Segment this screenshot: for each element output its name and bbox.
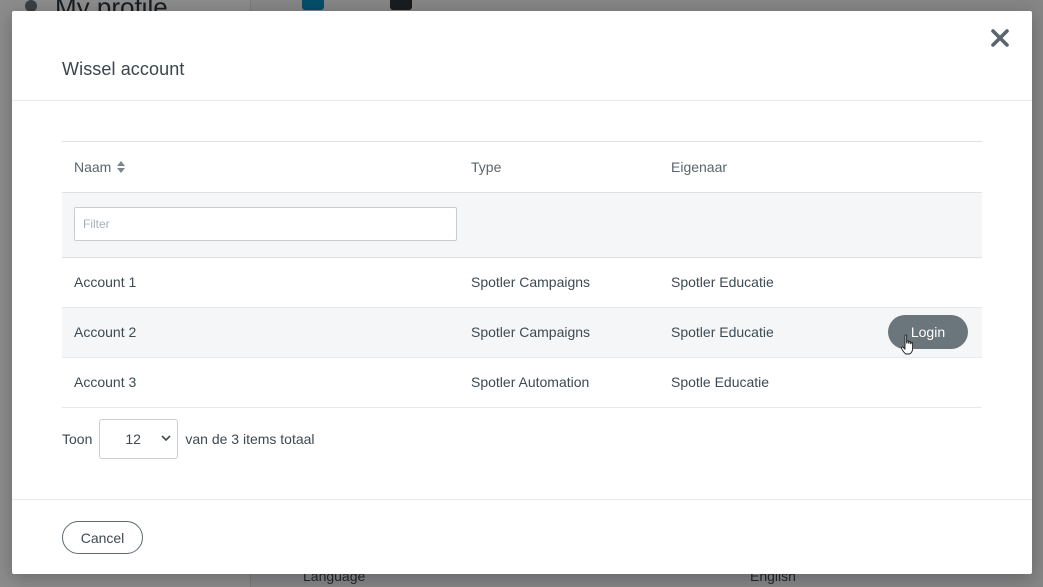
pagination: Toon 12 van de 3 items totaal — [62, 419, 315, 459]
account-owner: Spotler Educatie — [671, 274, 774, 290]
account-type: Spotler Campaigns — [471, 274, 591, 290]
account-name: Account 3 — [74, 374, 137, 390]
column-header-name-label: Naam — [74, 159, 112, 175]
column-header-type: Type — [471, 159, 502, 175]
cancel-button[interactable]: Cancel — [62, 521, 143, 554]
account-name: Account 2 — [74, 324, 137, 340]
table-row[interactable]: Account 1 Spotler Campaigns Spotler Educ… — [62, 258, 982, 308]
table-row[interactable]: Account 3 Spotler Automation Spotle Educ… — [62, 358, 982, 408]
modal-header: Wissel account — [12, 11, 1032, 101]
accounts-table: Naam Type Eigenaar Account 1 Spotler Cam… — [62, 141, 982, 408]
chevron-down-icon — [161, 435, 171, 442]
modal-title: Wissel account — [62, 58, 185, 79]
filter-row — [62, 193, 982, 258]
name-filter-input[interactable] — [74, 207, 457, 241]
account-owner: Spotler Educatie — [671, 324, 774, 340]
login-button[interactable]: Login — [888, 315, 968, 349]
modal-footer: Cancel — [12, 499, 1032, 575]
pager-show-label: Toon — [62, 431, 93, 447]
page-size-value: 12 — [125, 431, 141, 447]
column-header-name[interactable]: Naam — [74, 159, 126, 175]
pager-total-text: van de 3 items totaal — [185, 431, 315, 447]
column-header-owner: Eigenaar — [671, 159, 728, 175]
switch-account-modal: Wissel account Naam Type Eigenaar Accoun… — [12, 11, 1032, 574]
account-type: Spotler Automation — [471, 374, 590, 390]
table-row[interactable]: Account 2 Spotler Campaigns Spotler Educ… — [62, 308, 982, 358]
page-size-select[interactable]: 12 — [99, 419, 179, 459]
account-name: Account 1 — [74, 274, 137, 290]
account-type: Spotler Campaigns — [471, 324, 591, 340]
sort-icon[interactable] — [117, 161, 126, 173]
account-owner: Spotle Educatie — [671, 374, 770, 390]
close-button[interactable] — [986, 24, 1014, 52]
table-header: Naam Type Eigenaar — [62, 141, 982, 193]
close-icon — [991, 29, 1009, 47]
